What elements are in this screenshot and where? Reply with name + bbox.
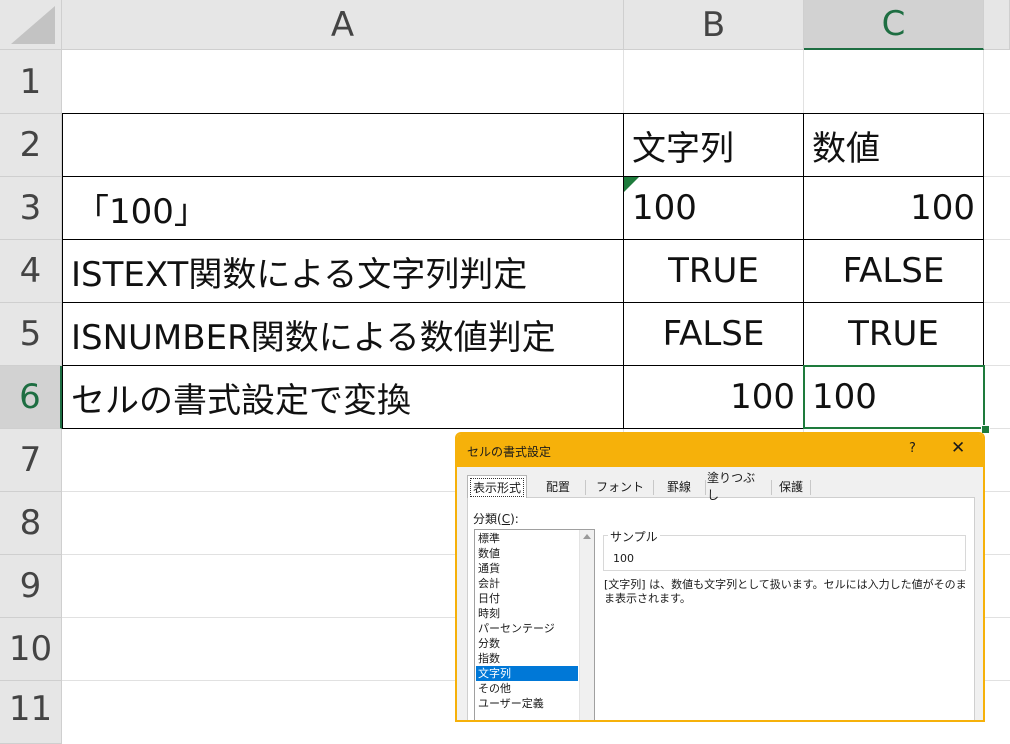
row-header-7[interactable]: 7 <box>0 429 62 492</box>
tab-border[interactable]: 罫線 <box>655 476 703 496</box>
list-item-selected[interactable]: 文字列 <box>476 666 578 681</box>
select-all-triangle <box>11 6 55 44</box>
category-label-prefix: 分類( <box>473 512 502 526</box>
row-header-3[interactable]: 3 <box>0 177 62 240</box>
cell-b2[interactable]: 文字列 <box>624 114 803 176</box>
list-item[interactable]: パーセンテージ <box>476 621 578 636</box>
tab-alignment[interactable]: 配置 <box>535 476 581 496</box>
sample-label: サンプル <box>608 528 660 545</box>
help-button[interactable]: ? <box>909 441 916 456</box>
category-label-key: C <box>501 512 511 526</box>
tab-fill[interactable]: 塗りつぶし <box>707 471 767 502</box>
tab-label: 表示形式 <box>469 477 524 497</box>
scroll-up-arrow-icon[interactable] <box>583 534 591 539</box>
list-item[interactable]: 標準 <box>476 531 578 546</box>
close-icon[interactable]: ✕ <box>951 438 965 458</box>
tab-separator <box>653 480 654 495</box>
tab-separator <box>705 480 706 495</box>
column-header-d[interactable] <box>984 0 1010 50</box>
list-item[interactable]: その他 <box>476 681 578 696</box>
row-header-9[interactable]: 9 <box>0 555 62 618</box>
list-item[interactable]: 指数 <box>476 651 578 666</box>
column-header-a[interactable]: A <box>62 0 624 50</box>
cell-b3[interactable]: 100 <box>624 177 803 239</box>
tab-font[interactable]: フォント <box>589 476 651 496</box>
dialog-titlebar[interactable]: セルの書式設定 ? ✕ <box>457 434 983 467</box>
row-header-2[interactable]: 2 <box>0 114 62 177</box>
category-label: 分類(C): <box>473 510 519 527</box>
row-header-8[interactable]: 8 <box>0 492 62 555</box>
list-scrollbar[interactable] <box>579 530 594 720</box>
sample-value: 100 <box>613 552 634 565</box>
cell-a6[interactable]: セルの書式設定で変換 <box>63 366 623 428</box>
category-label-suffix: ): <box>510 512 519 526</box>
list-item[interactable]: 分数 <box>476 636 578 651</box>
tab-separator <box>810 480 811 495</box>
tab-number-format[interactable]: 表示形式 <box>467 475 527 498</box>
column-header-b[interactable]: B <box>624 0 804 50</box>
row-header-11[interactable]: 11 <box>0 681 62 744</box>
list-item[interactable]: 会計 <box>476 576 578 591</box>
cell-a5[interactable]: ISNUMBER関数による数値判定 <box>63 303 623 365</box>
list-item[interactable]: 数値 <box>476 546 578 561</box>
cell-b4[interactable]: TRUE <box>624 240 803 302</box>
format-description: [文字列] は、数値も文字列として扱います。セルには入力した値がそのまま表示され… <box>604 578 967 605</box>
cell-a4[interactable]: ISTEXT関数による文字列判定 <box>63 240 623 302</box>
list-item[interactable]: 時刻 <box>476 606 578 621</box>
cell-b6[interactable]: 100 <box>624 366 803 428</box>
list-item[interactable]: 通貨 <box>476 561 578 576</box>
format-cells-dialog: セルの書式設定 ? ✕ 表示形式 配置 フォント 罫線 塗りつぶし 保護 分類(… <box>455 432 985 722</box>
category-list[interactable]: 標準 数値 通貨 会計 日付 時刻 パーセンテージ 分数 指数 文字列 その他 … <box>474 529 595 720</box>
row-header-6[interactable]: 6 <box>0 366 62 429</box>
row-header-1[interactable]: 1 <box>0 50 62 114</box>
cell-b5[interactable]: FALSE <box>624 303 803 365</box>
cell-c2[interactable]: 数値 <box>804 114 983 176</box>
dialog-title: セルの書式設定 <box>467 445 552 459</box>
row-header-5[interactable]: 5 <box>0 303 62 366</box>
cell-a3[interactable]: 「100」 <box>63 177 623 239</box>
cell-c4[interactable]: FALSE <box>804 240 983 302</box>
cell-c3[interactable]: 100 <box>804 177 983 239</box>
column-header-c[interactable]: C <box>804 0 984 50</box>
tab-separator <box>585 480 586 495</box>
active-cell-border <box>803 365 985 429</box>
select-all-corner[interactable] <box>0 0 62 50</box>
error-indicator-icon[interactable] <box>624 177 639 192</box>
row-header-10[interactable]: 10 <box>0 618 62 681</box>
tab-protection[interactable]: 保護 <box>773 476 809 496</box>
tab-separator <box>771 480 772 495</box>
row-header-4[interactable]: 4 <box>0 240 62 303</box>
list-item[interactable]: 日付 <box>476 591 578 606</box>
cell-c5[interactable]: TRUE <box>804 303 983 365</box>
